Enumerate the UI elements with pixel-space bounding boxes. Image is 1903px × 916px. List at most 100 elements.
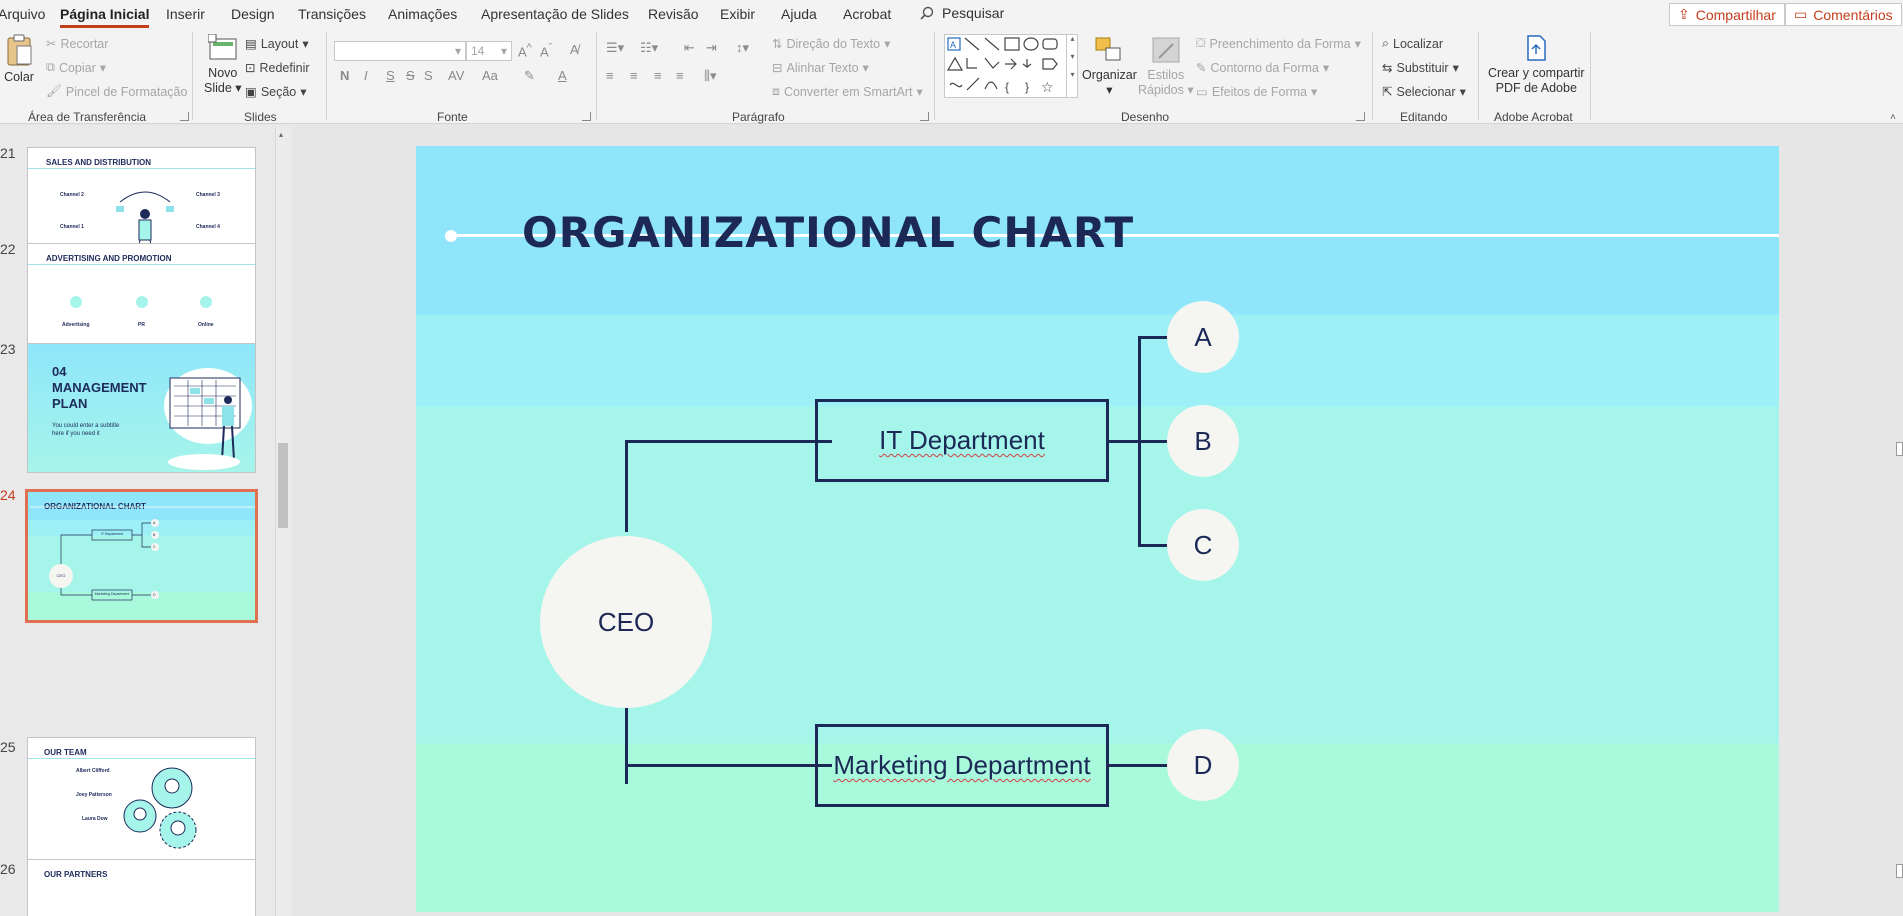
marketing-department-box[interactable]: Marketing Department	[815, 724, 1109, 807]
slide-thumbnail-24[interactable]: ORGANIZATIONAL CHART IT Department Marke…	[25, 489, 258, 623]
it-department-box[interactable]: IT Department	[815, 399, 1109, 482]
share-icon: ⇪	[1678, 6, 1690, 22]
new-slide-button[interactable]: Novo Slide ▾	[204, 33, 242, 96]
italic-button[interactable]: I	[364, 68, 368, 83]
convert-smartart-button[interactable]: ⧈ Converter em SmartArt ▾	[772, 84, 923, 99]
tab-exibir[interactable]: Exibir	[720, 6, 755, 22]
slide-thumbnail-26[interactable]: OUR PARTNERS	[27, 859, 256, 916]
clipboard-launcher-icon[interactable]	[180, 112, 189, 121]
thumbnail-scrollbar[interactable]: ▴	[275, 128, 289, 916]
create-pdf-label-1: Crear y compartir	[1488, 66, 1585, 80]
tab-arquivo[interactable]: Arquivo	[0, 6, 45, 22]
select-button[interactable]: ⇱ Selecionar ▾	[1382, 84, 1466, 100]
shrink-font-icon[interactable]: Aˇ	[540, 42, 552, 59]
tab-design[interactable]: Design	[231, 6, 275, 22]
font-launcher-icon[interactable]	[582, 112, 591, 121]
increase-indent-icon[interactable]: ⇥	[706, 40, 717, 56]
it-department-label: IT Department	[879, 425, 1045, 455]
thumb-line	[28, 168, 255, 169]
layout-button[interactable]: ▤ Layout ▾	[245, 36, 309, 52]
slide-number: 22	[0, 241, 16, 257]
drawing-launcher-icon[interactable]	[1356, 112, 1365, 121]
gallery-scroll[interactable]: ▴ ▾ ▾	[1066, 34, 1078, 98]
node-b[interactable]: B	[1167, 405, 1239, 477]
shadow-button[interactable]: S	[424, 68, 433, 83]
char-spacing-button[interactable]: AV	[448, 68, 464, 83]
font-color-icon[interactable]: A	[558, 68, 567, 83]
quick-styles-button[interactable]: Estilos Rápidos ▾	[1138, 36, 1194, 98]
tab-animacoes[interactable]: Animações	[388, 6, 457, 22]
align-left-icon[interactable]: ≡	[606, 68, 614, 83]
format-painter-button[interactable]: 🖌 Pincel de Formatação	[46, 84, 187, 99]
find-button[interactable]: ⌕ Localizar	[1382, 36, 1443, 51]
new-slide-icon	[207, 33, 237, 60]
chevron-down-icon: ▾	[1106, 83, 1113, 97]
align-right-icon[interactable]: ≡	[654, 68, 662, 83]
shape-outline-button[interactable]: ✎ Contorno da Forma ▾	[1196, 60, 1329, 76]
columns-icon[interactable]: ⫼▾	[704, 68, 717, 84]
section-label: Seção	[260, 84, 297, 99]
cut-label: Recortar	[60, 36, 109, 51]
paste-button[interactable]: Colar	[4, 34, 34, 85]
strikethrough-button[interactable]: S	[406, 68, 415, 83]
bullets-icon[interactable]: ☰▾	[606, 40, 624, 56]
tab-ajuda[interactable]: Ajuda	[781, 6, 817, 22]
scrollbar-thumb[interactable]	[278, 443, 288, 528]
search-box[interactable]: Pesquisar	[920, 5, 1004, 21]
canvas-scroll-handle[interactable]	[1896, 442, 1903, 456]
reset-button[interactable]: ⊡ Redefinir	[245, 60, 310, 76]
thumb-subtitle-line: You could enter a subtitle	[52, 423, 120, 429]
scroll-up-icon[interactable]: ▴	[279, 130, 283, 139]
justify-icon[interactable]: ≡	[676, 68, 684, 83]
share-button[interactable]: ⇪ Compartilhar	[1669, 3, 1785, 26]
canvas-scroll-handle-bottom[interactable]	[1896, 864, 1903, 878]
section-button[interactable]: ▣ Seção ▾	[245, 84, 307, 100]
shape-fill-button[interactable]: ⛋ Preenchimento da Forma ▾	[1196, 36, 1361, 51]
font-name-combo[interactable]: ▾	[334, 41, 466, 61]
slide-title[interactable]: ORGANIZATIONAL CHART	[522, 208, 1134, 257]
collapse-ribbon-icon[interactable]: ˄	[1890, 112, 1896, 123]
shapes-gallery[interactable]: A {} ☆	[944, 34, 1078, 98]
tab-acrobat[interactable]: Acrobat	[843, 6, 891, 22]
comments-button[interactable]: ▭ Comentários	[1785, 3, 1902, 26]
line-spacing-icon[interactable]: ↕▾	[736, 40, 749, 56]
tab-transicoes[interactable]: Transições	[298, 6, 366, 22]
ceo-node[interactable]: CEO	[540, 536, 712, 708]
create-pdf-button[interactable]: Crear y compartir PDF de Adobe	[1488, 34, 1585, 96]
text-direction-button[interactable]: ⇅ Direção do Texto ▾	[772, 36, 890, 52]
clear-format-icon[interactable]: A̸	[570, 42, 579, 57]
font-size-combo[interactable]: 14 ▾	[466, 41, 512, 61]
grow-font-icon[interactable]: A^	[518, 42, 532, 59]
node-c[interactable]: C	[1167, 509, 1239, 581]
numbering-icon[interactable]: ☷▾	[640, 40, 658, 56]
tab-apresentacao[interactable]: Apresentação de Slides	[481, 6, 629, 22]
chevron-down-icon: ▾	[454, 44, 461, 58]
font-group-label: Fonte	[437, 110, 468, 124]
slide-thumbnail-23[interactable]: 04 MANAGEMENT PLAN You could enter a sub…	[27, 343, 256, 473]
align-text-button[interactable]: ⊟ Alinhar Texto ▾	[772, 60, 869, 76]
decrease-indent-icon[interactable]: ⇤	[684, 40, 695, 56]
node-d[interactable]: D	[1167, 729, 1239, 801]
shape-effects-button[interactable]: ▭ Efeitos de Forma ▾	[1196, 84, 1317, 100]
thumb-text: Channel 3	[196, 192, 220, 198]
tab-pagina-inicial[interactable]: Página Inicial	[60, 6, 150, 28]
cut-button[interactable]: ✂ Recortar	[46, 36, 109, 52]
drawing-group-label: Desenho	[1121, 110, 1170, 124]
highlight-icon[interactable]: ✎	[524, 68, 535, 84]
tab-inserir[interactable]: Inserir	[166, 6, 205, 22]
slide-thumbnail-25[interactable]: OUR TEAM Albert Clifford Joey Patterson …	[27, 737, 256, 867]
tab-revisao[interactable]: Revisão	[648, 6, 699, 22]
replace-button[interactable]: ⇆ Substituir ▾	[1382, 60, 1459, 76]
text-direction-icon: ⇅	[772, 37, 783, 51]
node-a[interactable]: A	[1167, 301, 1239, 373]
format-painter-label: Pincel de Formatação	[65, 84, 188, 99]
copy-button[interactable]: ⧉ Copiar ▾	[46, 60, 106, 75]
pdf-share-icon	[1527, 35, 1547, 61]
change-case-button[interactable]: Aa	[482, 68, 498, 83]
underline-button[interactable]: S	[386, 68, 395, 83]
slide-canvas[interactable]: ORGANIZATIONAL CHART IT Department Marke…	[416, 146, 1779, 912]
arrange-button[interactable]: Organizar ▾	[1082, 36, 1137, 98]
bold-button[interactable]: N	[340, 68, 349, 83]
align-center-icon[interactable]: ≡	[630, 68, 638, 83]
paragraph-launcher-icon[interactable]	[920, 112, 929, 121]
